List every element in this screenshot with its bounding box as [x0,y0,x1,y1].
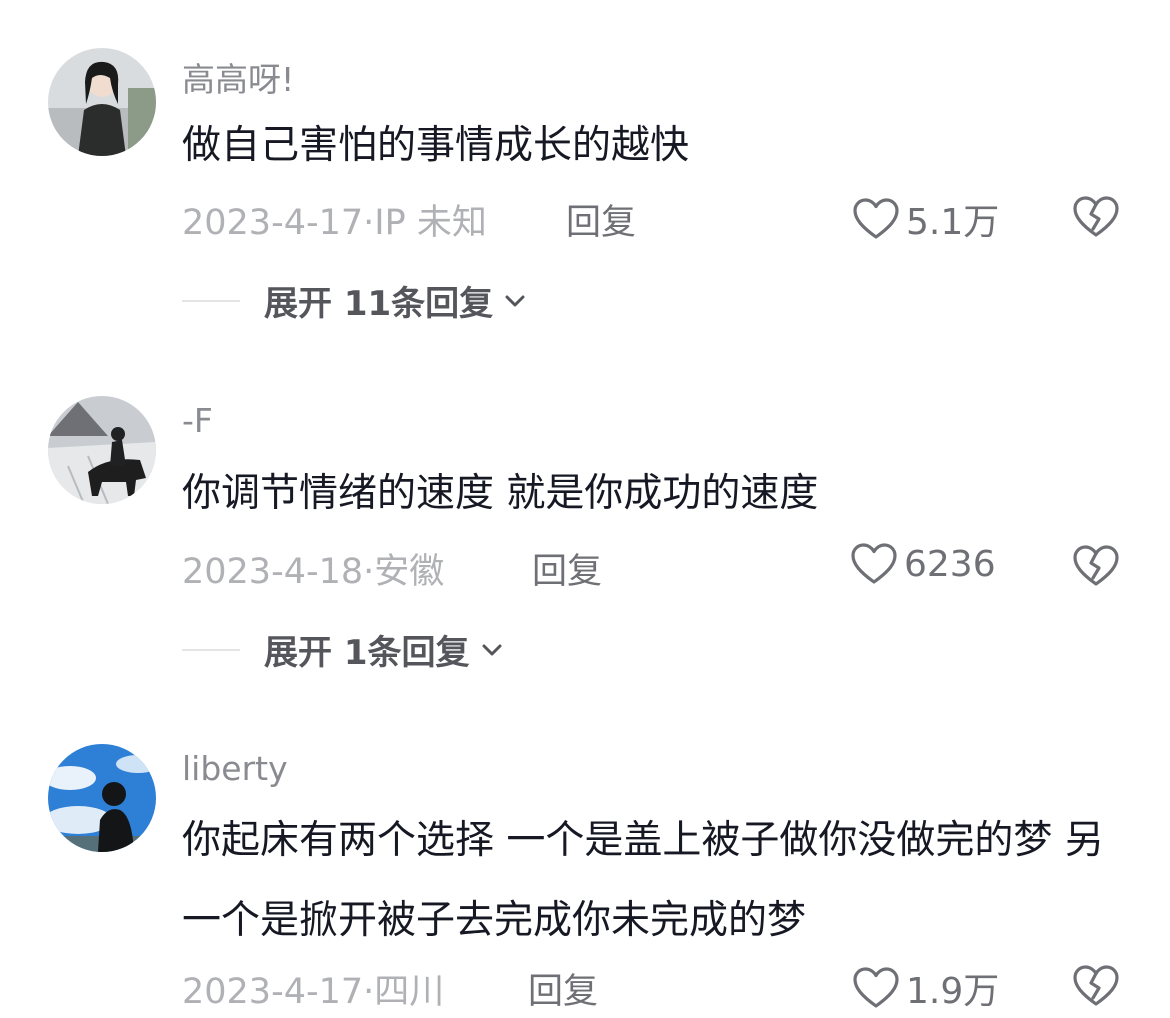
comment-text: 你起床有两个选择 一个是盖上被子做你没做完的梦 另一个是掀开被子去完成你未完成的… [182,818,1104,943]
avatar[interactable] [48,48,156,156]
like-button[interactable]: 1.9万 [852,962,999,1014]
avatar-image [48,48,156,156]
like-count: 6236 [904,543,996,585]
broken-heart-icon [1073,545,1119,586]
like-button[interactable]: 6236 [850,542,996,586]
username[interactable]: 高高呀! [182,53,294,101]
heart-outline-icon [853,967,899,1008]
avatar-image [48,744,156,852]
chevron-down-icon [482,644,501,655]
like-button[interactable]: 5.1万 [852,193,999,245]
comment-text: 做自己害怕的事情成长的越快 [182,123,690,168]
avatar-image [48,396,156,504]
comment-date-location: 2023-4-18·安徽 [182,552,445,592]
reply-button[interactable]: 回复 [532,543,602,594]
comment-text: 你调节情绪的速度 就是你成功的速度 [182,471,819,516]
comment-date-location: 2023-4-17·四川 [182,972,445,1012]
like-count: 1.9万 [906,971,1000,1012]
avatar[interactable] [48,396,156,504]
divider [182,299,240,302]
reply-button[interactable]: 回复 [528,963,598,1014]
expand-replies-label: 展开 1条回复 [264,633,470,673]
broken-heart-icon [1073,196,1119,237]
chevron-down-icon [505,295,525,306]
broken-heart-icon [1073,965,1119,1006]
like-count: 5.1万 [906,202,1000,243]
divider [182,648,240,651]
dislike-button[interactable] [1072,195,1120,239]
comment-date-location: 2023-4-17·IP 未知 [182,203,487,243]
username[interactable]: -F [182,401,213,440]
heart-outline-icon [853,198,899,239]
expand-replies-button[interactable]: 展开 11条回复 [182,276,529,325]
expand-replies-label: 展开 11条回复 [264,284,494,324]
avatar[interactable] [48,744,156,852]
dislike-button[interactable] [1072,544,1120,588]
username[interactable]: liberty [182,749,288,788]
heart-outline-icon [851,543,897,584]
expand-replies-button[interactable]: 展开 1条回复 [182,625,506,674]
dislike-button[interactable] [1072,964,1120,1008]
reply-button[interactable]: 回复 [566,194,636,245]
